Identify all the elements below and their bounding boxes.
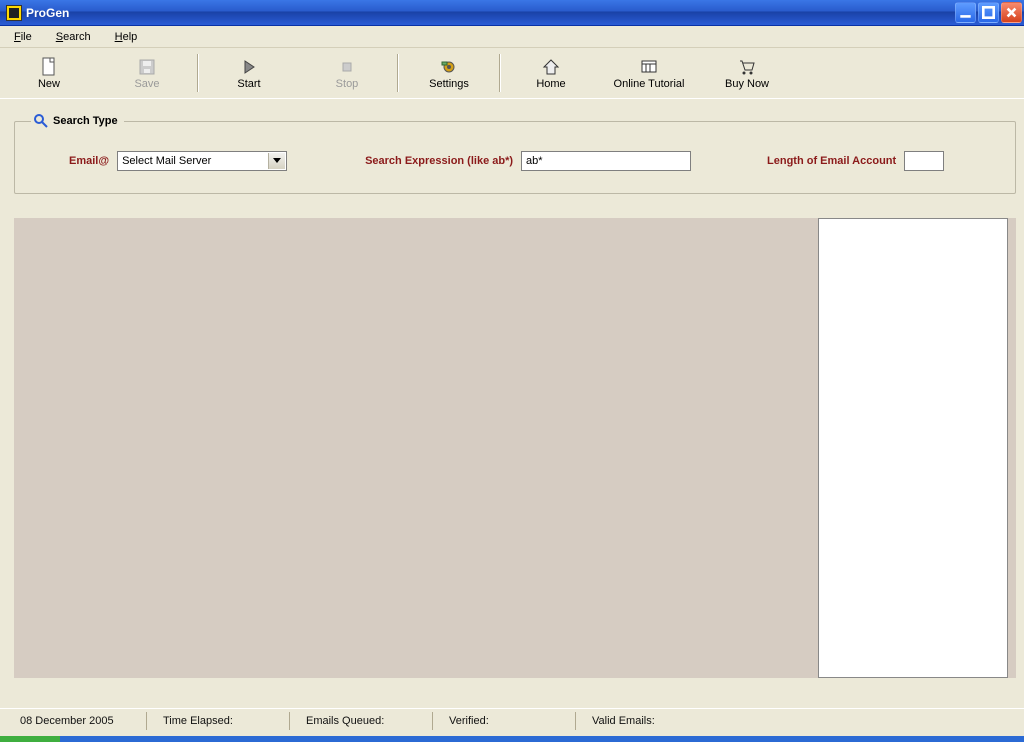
app-icon	[6, 5, 22, 21]
toolbar-separator	[397, 54, 399, 92]
menu-bar: File Search Help	[0, 26, 1024, 48]
status-bar: 08 December 2005 Time Elapsed: Emails Qu…	[0, 708, 1024, 732]
close-button[interactable]	[1001, 2, 1022, 23]
side-panel	[818, 218, 1008, 678]
status-emails-queued: Emails Queued:	[306, 712, 433, 730]
online-tutorial-label: Online Tutorial	[614, 78, 685, 90]
toolbar-separator	[499, 54, 501, 92]
window-controls	[955, 2, 1022, 23]
mail-server-selected: Select Mail Server	[122, 155, 211, 167]
stop-icon	[337, 57, 357, 77]
new-button[interactable]: New	[0, 48, 98, 98]
search-expression-input[interactable]	[521, 151, 691, 171]
search-type-legend: Search Type	[31, 113, 124, 129]
document-icon	[39, 57, 59, 77]
title-bar: ProGen	[0, 0, 1024, 26]
status-date: 08 December 2005	[20, 712, 147, 730]
close-icon	[1005, 6, 1018, 19]
play-icon	[239, 57, 259, 77]
email-label: Email@	[69, 155, 109, 167]
start-label: Start	[237, 78, 260, 90]
main-area	[14, 218, 1016, 678]
gear-icon	[439, 57, 459, 77]
length-label: Length of Email Account	[767, 155, 896, 167]
minimize-icon	[959, 6, 972, 19]
new-label: New	[38, 78, 60, 90]
cart-icon	[737, 57, 757, 77]
menu-file[interactable]: File	[10, 29, 46, 45]
search-expression-label: Search Expression (like ab*)	[365, 155, 513, 167]
stop-label: Stop	[336, 78, 359, 90]
save-icon	[137, 57, 157, 77]
mail-server-select[interactable]: Select Mail Server	[117, 151, 287, 171]
tutorial-icon	[639, 57, 659, 77]
search-type-legend-text: Search Type	[53, 115, 118, 127]
home-button[interactable]: Home	[502, 48, 600, 98]
menu-help[interactable]: Help	[111, 29, 152, 45]
menu-search[interactable]: Search	[52, 29, 105, 45]
start-button[interactable]: Start	[200, 48, 298, 98]
chevron-down-icon	[268, 153, 285, 169]
maximize-button[interactable]	[978, 2, 999, 23]
stop-button[interactable]: Stop	[298, 48, 396, 98]
home-label: Home	[536, 78, 565, 90]
save-button[interactable]: Save	[98, 48, 196, 98]
status-time-elapsed: Time Elapsed:	[163, 712, 290, 730]
search-form-row: Email@ Select Mail Server Search Express…	[31, 151, 999, 171]
settings-label: Settings	[429, 78, 469, 90]
buy-now-label: Buy Now	[725, 78, 769, 90]
content-area: Search Type Email@ Select Mail Server Se…	[0, 99, 1024, 684]
search-icon	[33, 113, 49, 129]
buy-now-button[interactable]: Buy Now	[698, 48, 796, 98]
window-title: ProGen	[26, 6, 955, 20]
status-valid-emails: Valid Emails:	[592, 712, 718, 730]
online-tutorial-button[interactable]: Online Tutorial	[600, 48, 698, 98]
minimize-button[interactable]	[955, 2, 976, 23]
status-verified: Verified:	[449, 712, 576, 730]
save-label: Save	[134, 78, 159, 90]
search-type-group: Search Type Email@ Select Mail Server Se…	[14, 113, 1016, 194]
taskbar	[0, 736, 1024, 742]
results-area	[14, 218, 810, 678]
settings-button[interactable]: Settings	[400, 48, 498, 98]
home-icon	[541, 57, 561, 77]
toolbar: New Save Start Stop Settings Home	[0, 48, 1024, 99]
length-input[interactable]	[904, 151, 944, 171]
toolbar-separator	[197, 54, 199, 92]
maximize-icon	[982, 6, 995, 19]
